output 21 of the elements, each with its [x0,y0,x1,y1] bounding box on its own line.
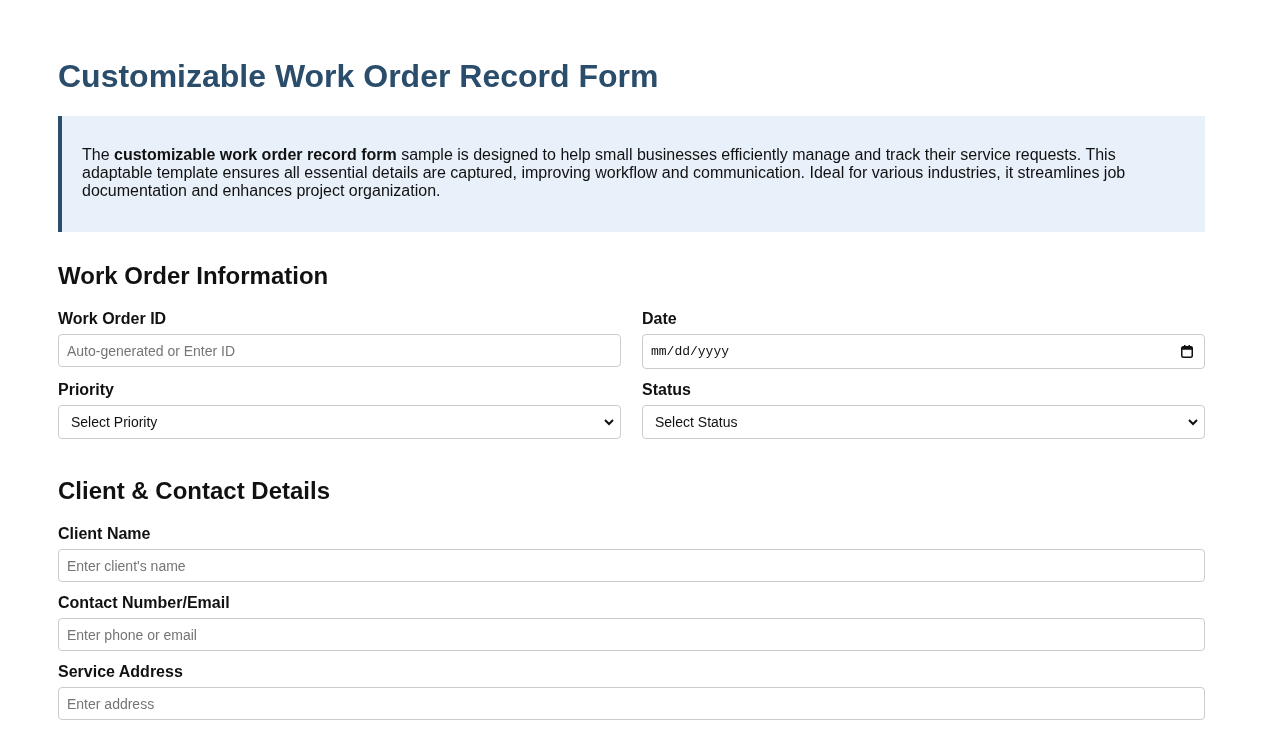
calendar-icon[interactable] [1181,345,1193,358]
field-label: Contact Number/Email [58,594,231,612]
intro-paragraph: The customizable work order record form sample is designed to help small businesses efficiently manage and track their service requests. This adaptable template ensures all essential details are captured, improving workflow and communication. Ideal for various industries, it streamlines job documentation and enhances project organization. [82,146,1127,200]
date-input[interactable]: mm/dd/yyyy [642,334,1205,369]
dropdown-select[interactable]: Select Priority [58,405,621,439]
text-input[interactable]: Enter phone or email [58,618,1205,651]
field-label: Priority [58,381,115,399]
text-input[interactable]: Enter address [58,687,1205,720]
section-heading: Client & Contact Details [58,477,332,505]
field-label: Client Name [58,525,152,543]
field-label: Work Order ID [58,310,168,328]
section-heading: Work Order Information [58,262,330,290]
chevron-down-icon [1188,418,1198,426]
dropdown-select[interactable]: Select Status [642,405,1205,439]
text-input[interactable]: Auto-generated or Enter ID [58,334,621,367]
page-title: Customizable Work Order Record Form [58,58,660,95]
field-label: Service Address [58,663,184,681]
text-input[interactable]: Enter client's name [58,549,1205,582]
field-label: Date [642,310,678,328]
field-label: Status [642,381,692,399]
chevron-down-icon [604,418,614,426]
